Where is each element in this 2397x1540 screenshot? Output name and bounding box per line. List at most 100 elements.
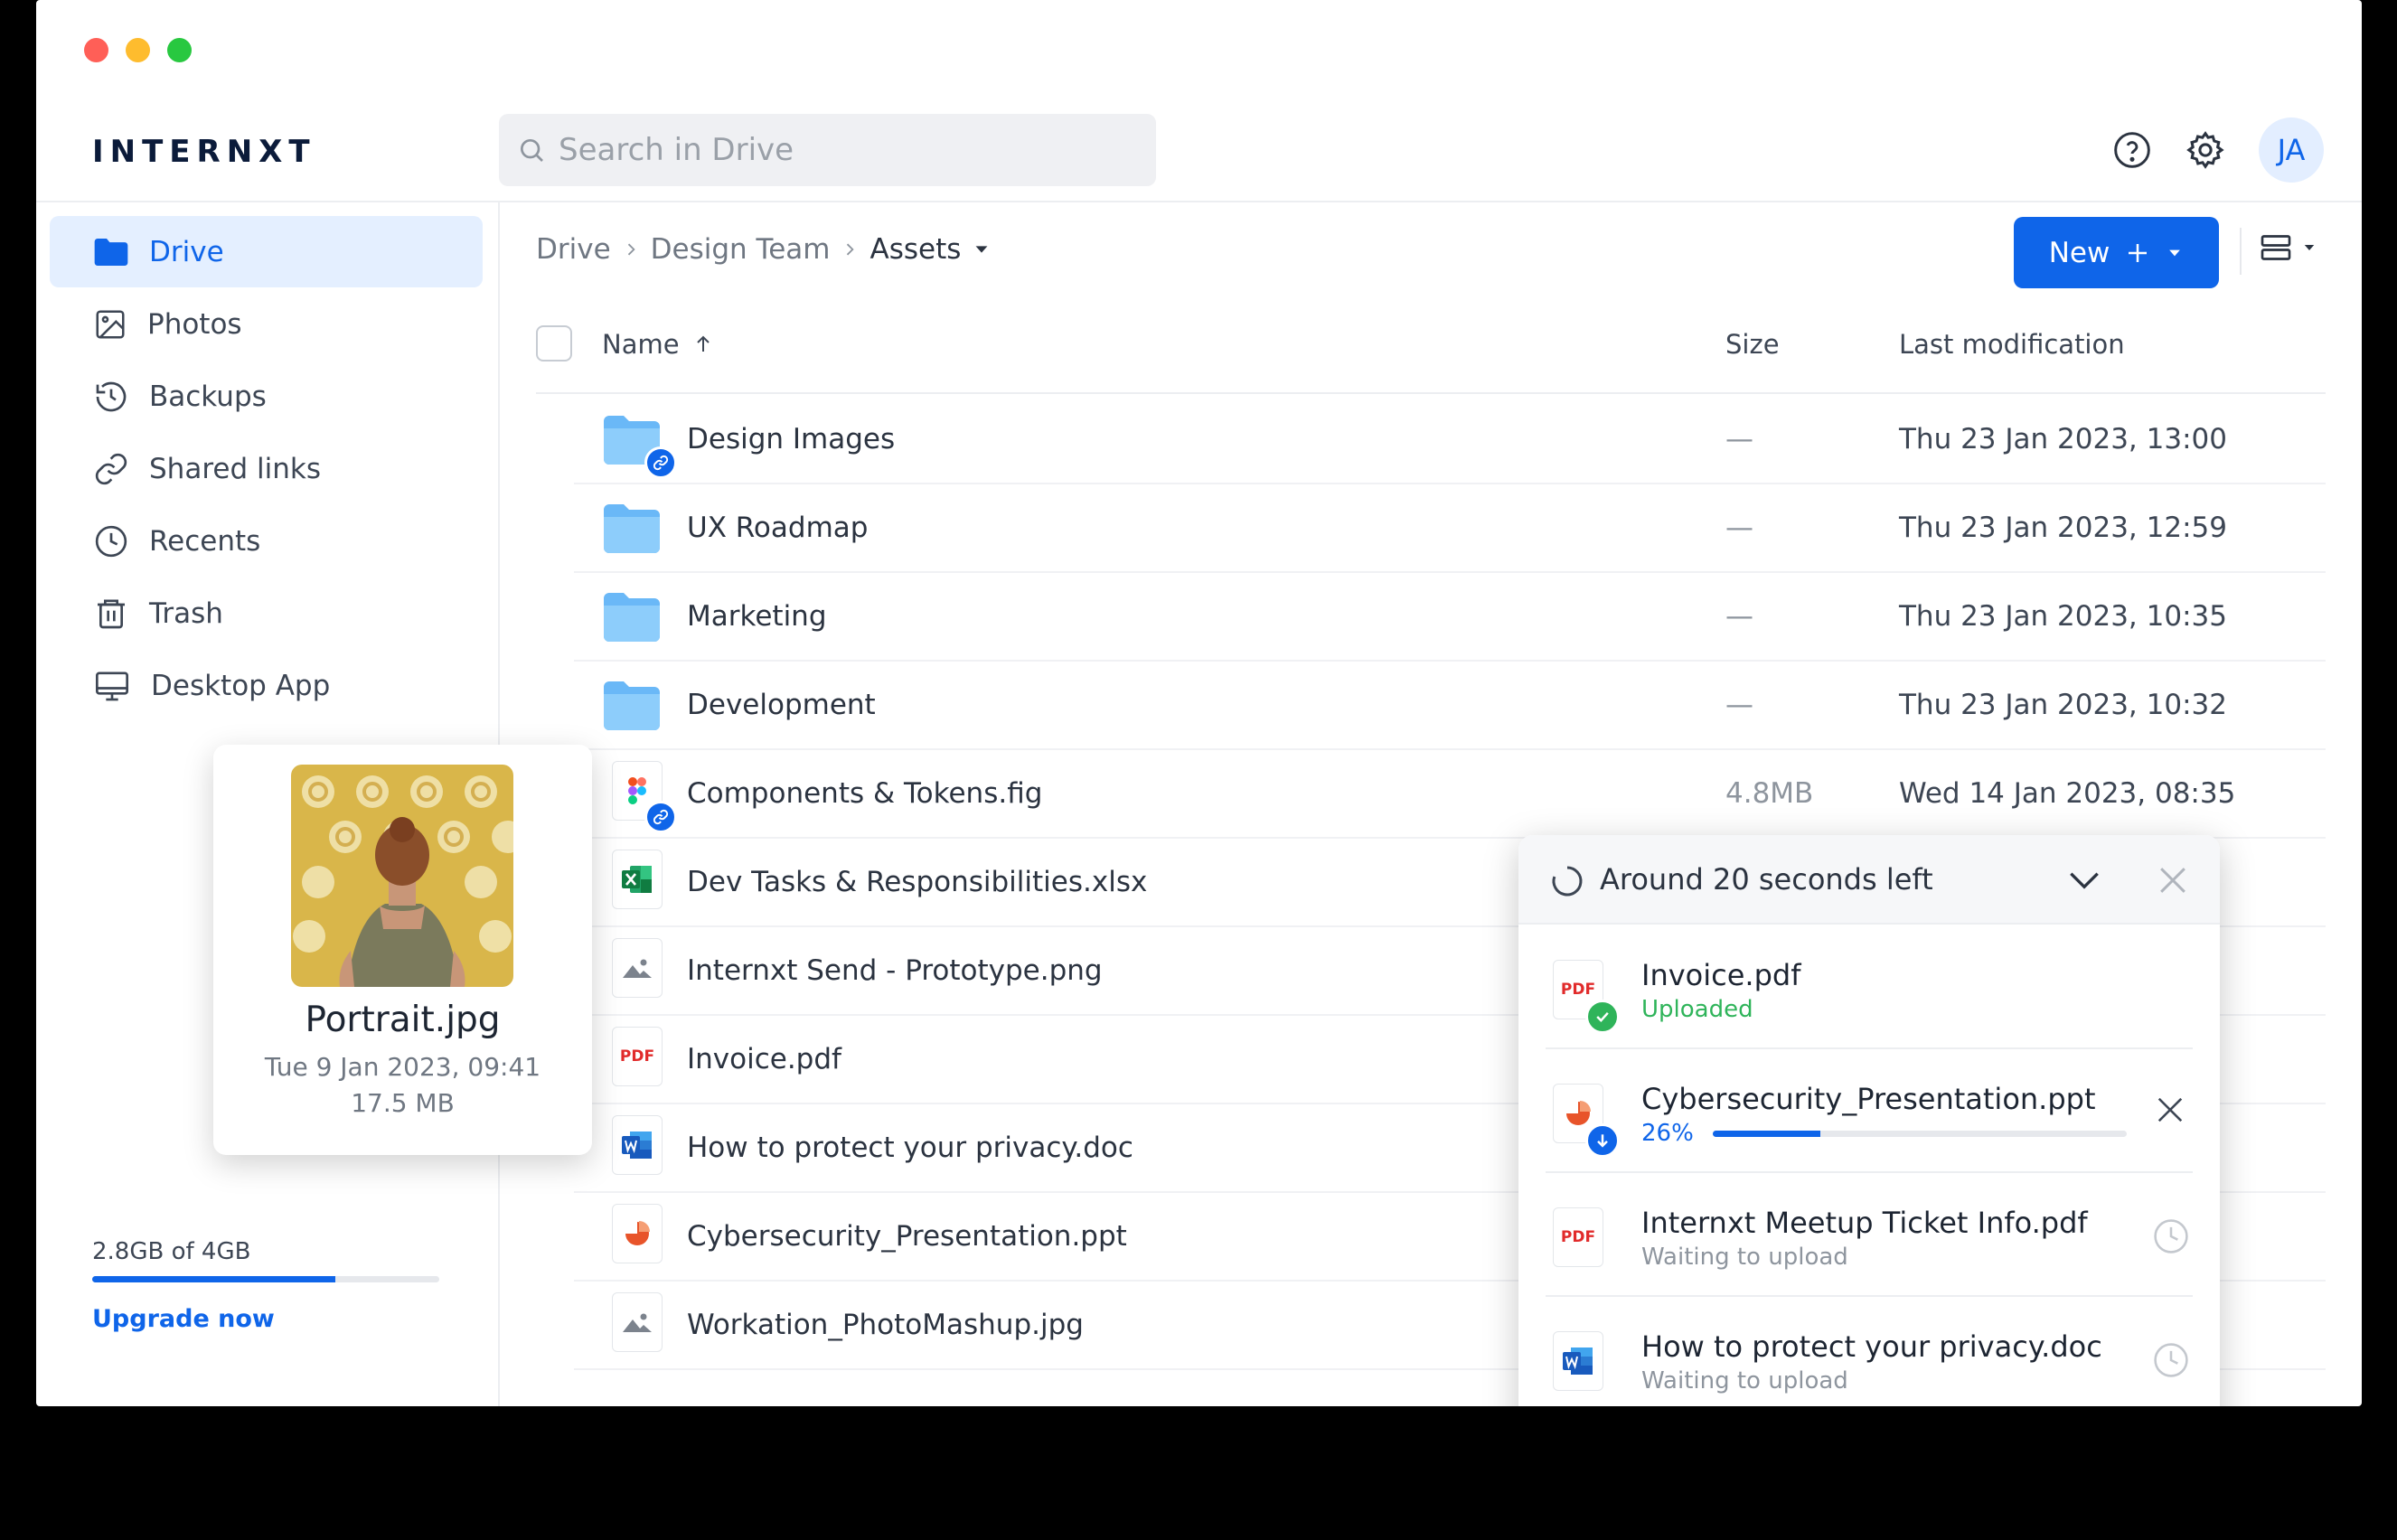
upload-progress-bar	[1713, 1131, 2127, 1137]
close-icon[interactable]	[2153, 860, 2193, 900]
sidebar-item-desktop-app[interactable]: Desktop App	[50, 650, 483, 721]
drag-preview-card[interactable]: Portrait.jpg Tue 9 Jan 2023, 09:41 17.5 …	[213, 745, 592, 1155]
table-row[interactable]: Components & Tokens.fig 4.8MB Wed 14 Jan…	[574, 750, 2326, 839]
zoom-window-button[interactable]	[167, 38, 192, 62]
breadcrumb-item-assets[interactable]: Assets	[870, 233, 961, 266]
ppt-file-icon	[612, 1204, 663, 1263]
storage-usage-fill	[92, 1276, 335, 1282]
window-controls	[84, 38, 192, 62]
upload-file-name: Cybersecurity_Presentation.ppt	[1641, 1082, 2096, 1116]
file-name: Cybersecurity_Presentation.ppt	[687, 1220, 1127, 1253]
new-button[interactable]: New	[2014, 217, 2219, 288]
sidebar-item-drive[interactable]: Drive	[50, 216, 483, 287]
file-modified: Thu 23 Jan 2023, 13:00	[1899, 423, 2227, 455]
close-window-button[interactable]	[84, 38, 108, 62]
sidebar-item-label: Backups	[149, 380, 267, 413]
folder-icon	[94, 238, 128, 266]
app-window: INTERNXT JA Drive Photos Backups Shared …	[36, 0, 2362, 1406]
table-row[interactable]: Design Images — Thu 23 Jan 2023, 13:00	[574, 396, 2326, 484]
shared-link-badge	[644, 446, 677, 479]
avatar[interactable]: JA	[2259, 117, 2324, 183]
file-name: Components & Tokens.fig	[687, 777, 1043, 810]
preview-file-date: Tue 9 Jan 2023, 09:41	[264, 1052, 541, 1082]
sort-ascending-icon	[696, 335, 710, 352]
sidebar-item-label: Shared links	[149, 452, 321, 485]
file-name: UX Roadmap	[687, 512, 869, 544]
search-box[interactable]	[499, 114, 1156, 186]
table-row[interactable]: Development — Thu 23 Jan 2023, 10:32	[574, 662, 2326, 750]
caret-down-icon	[2304, 245, 2315, 250]
sidebar-item-shared-links[interactable]: Shared links	[50, 433, 483, 504]
minimize-window-button[interactable]	[126, 38, 150, 62]
folder-icon	[604, 504, 660, 553]
name-column-label: Name	[602, 329, 680, 360]
file-name: How to protect your privacy.doc	[687, 1132, 1133, 1164]
select-all-checkbox[interactable]	[536, 325, 572, 362]
photo-icon	[96, 309, 125, 339]
sidebar-item-recents[interactable]: Recents	[50, 505, 483, 577]
file-modified: Thu 23 Jan 2023, 10:32	[1899, 689, 2227, 721]
sidebar-item-label: Desktop App	[151, 669, 331, 702]
upload-panel-title: Around 20 seconds left	[1600, 862, 1933, 897]
pdf-label: PDF	[1560, 981, 1596, 999]
sidebar-item-label: Recents	[149, 524, 261, 558]
logo[interactable]: INTERNXT	[92, 134, 316, 170]
breadcrumb-item-drive[interactable]: Drive	[536, 233, 611, 266]
upload-file-name: Internxt Meetup Ticket Info.pdf	[1641, 1206, 2088, 1240]
shared-link-badge	[644, 801, 677, 833]
sidebar-item-photos[interactable]: Photos	[50, 288, 483, 360]
upload-file-name: Invoice.pdf	[1641, 958, 1801, 992]
cancel-upload-icon[interactable]	[2151, 1091, 2189, 1129]
name-column-header[interactable]: Name	[602, 329, 714, 360]
clock-icon	[2154, 1219, 2188, 1254]
folder-icon	[604, 593, 660, 642]
preview-file-size: 17.5 MB	[351, 1088, 455, 1118]
caret-down-icon	[2169, 249, 2181, 256]
file-name: Workation_PhotoMashup.jpg	[687, 1309, 1084, 1341]
upload-item: PDF Internxt Meetup Ticket Info.pdf Wait…	[1546, 1173, 2193, 1297]
sidebar-item-label: Trash	[149, 596, 223, 630]
file-modified: Thu 23 Jan 2023, 10:35	[1899, 600, 2227, 633]
sidebar-item-backups[interactable]: Backups	[50, 361, 483, 432]
search-input[interactable]	[559, 132, 1101, 168]
table-row[interactable]: Marketing — Thu 23 Jan 2023, 10:35	[574, 573, 2326, 662]
word-file-icon	[612, 1115, 663, 1175]
portrait-thumbnail	[291, 765, 513, 987]
clock-icon	[2154, 1343, 2188, 1377]
caret-down-icon[interactable]	[972, 239, 992, 259]
upload-percent: 26%	[1641, 1120, 1694, 1147]
link-icon	[653, 809, 669, 825]
table-row[interactable]: UX Roadmap — Thu 23 Jan 2023, 12:59	[574, 484, 2326, 573]
list-view-icon	[2261, 235, 2291, 260]
upload-status: Uploaded	[1641, 996, 1753, 1023]
file-name: Dev Tasks & Responsibilities.xlsx	[687, 866, 1148, 898]
sidebar-item-label: Drive	[149, 235, 224, 268]
sidebar-item-label: Photos	[147, 307, 242, 341]
breadcrumb: Drive Design Team Assets	[536, 233, 992, 266]
uploaded-check-badge	[1585, 1000, 1620, 1034]
chevron-right-icon	[627, 243, 635, 256]
link-icon	[653, 455, 669, 471]
file-size: —	[1725, 600, 1753, 633]
size-column-header[interactable]: Size	[1725, 329, 1780, 360]
help-icon[interactable]	[2112, 130, 2152, 170]
upload-status: Waiting to upload	[1641, 1367, 1848, 1394]
new-button-label: New	[2048, 236, 2110, 269]
upgrade-link[interactable]: Upgrade now	[92, 1305, 275, 1333]
chevron-down-icon[interactable]	[2064, 860, 2104, 900]
upload-item: Cybersecurity_Presentation.ppt 26%	[1546, 1049, 2193, 1173]
gear-icon[interactable]	[2185, 129, 2226, 171]
pdf-file-icon: PDF	[612, 1027, 663, 1086]
file-name: Design Images	[687, 423, 896, 455]
view-mode-button[interactable]	[2258, 230, 2317, 266]
file-name: Marketing	[687, 600, 827, 633]
pdf-label: PDF	[1560, 1228, 1596, 1246]
file-modified: Wed 14 Jan 2023, 08:35	[1899, 777, 2236, 810]
upload-panel-header: Around 20 seconds left	[1518, 835, 2220, 925]
sidebar-item-trash[interactable]: Trash	[50, 578, 483, 649]
breadcrumb-item-design-team[interactable]: Design Team	[651, 233, 831, 266]
upload-file-name: How to protect your privacy.doc	[1641, 1329, 2102, 1364]
file-size: —	[1725, 689, 1753, 721]
history-icon	[96, 381, 127, 411]
modified-column-header[interactable]: Last modification	[1899, 329, 2125, 360]
